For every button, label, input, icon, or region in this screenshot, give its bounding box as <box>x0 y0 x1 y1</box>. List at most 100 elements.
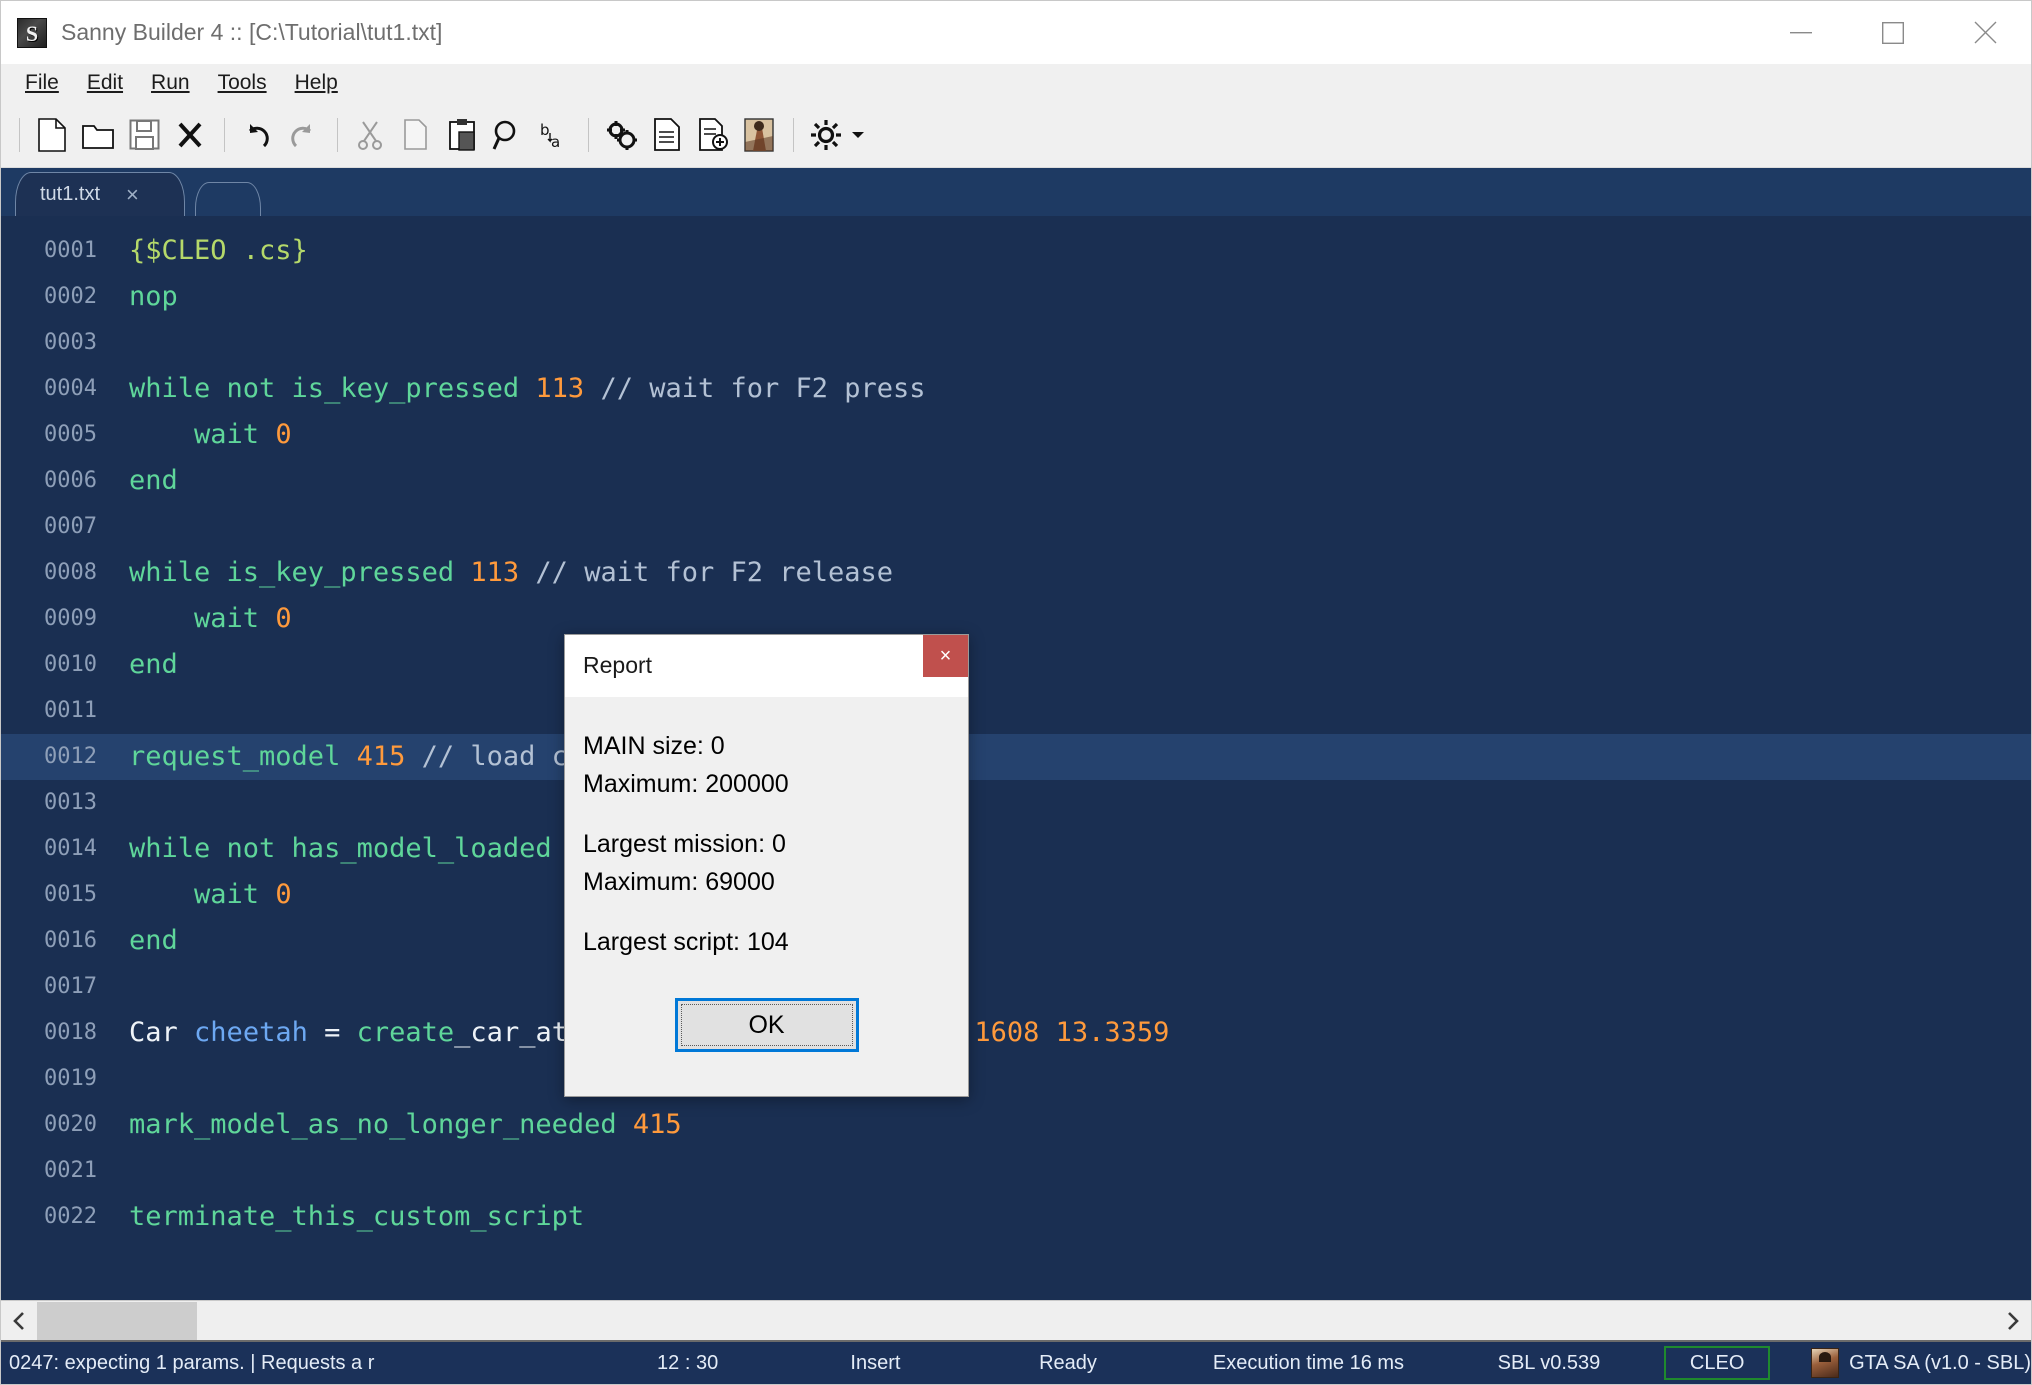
code-token: 0 <box>275 419 291 450</box>
line-number: 0020 <box>1 1102 111 1148</box>
code-token: create <box>357 1017 455 1048</box>
tab-close-icon[interactable]: × <box>126 184 139 206</box>
code-token: request_model <box>129 741 357 772</box>
ok-button[interactable]: OK <box>675 998 859 1052</box>
copy-icon[interactable] <box>394 111 438 159</box>
line-number: 0011 <box>1 688 111 734</box>
line-number: 0010 <box>1 642 111 688</box>
code-line[interactable]: 0013 <box>1 780 2031 826</box>
code-line[interactable]: 0020mark_model_as_no_longer_needed 415 <box>1 1102 2031 1148</box>
menu-item-run[interactable]: Run <box>137 67 204 99</box>
menu-file-label: File <box>25 71 59 94</box>
status-game[interactable]: GTA SA (v1.0 - SBL) <box>1789 1348 2031 1378</box>
status-insert-mode: Insert <box>779 1352 972 1375</box>
code-line[interactable]: 0014while not has_model_loaded 415 <box>1 826 2031 872</box>
tab-tut1-txt[interactable]: tut1.txt × <box>15 172 185 216</box>
code-line[interactable]: 0005 wait 0 <box>1 412 2031 458</box>
horizontal-scrollbar[interactable] <box>1 1300 2031 1340</box>
menu-item-tools[interactable]: Tools <box>204 67 281 99</box>
code-line[interactable]: 0019 <box>1 1056 2031 1102</box>
document-icon[interactable] <box>645 111 689 159</box>
document-add-icon[interactable] <box>691 111 735 159</box>
line-number: 0022 <box>1 1194 111 1240</box>
code-text: {$CLEO .cs} <box>111 228 308 274</box>
code-token: // wait for F2 press <box>600 373 925 404</box>
code-line[interactable]: 0009 wait 0 <box>1 596 2031 642</box>
toolbar-separator <box>337 118 338 152</box>
code-token <box>519 557 535 588</box>
replace-icon[interactable]: ba <box>532 111 576 159</box>
open-folder-icon[interactable] <box>76 111 120 159</box>
code-line[interactable]: 0002nop <box>1 274 2031 320</box>
code-token: 113 <box>535 373 584 404</box>
paste-icon[interactable] <box>440 111 484 159</box>
editor-area[interactable]: 0001{$CLEO .cs}0002nop00030004while not … <box>1 216 2031 1300</box>
close-button[interactable] <box>1939 1 2031 64</box>
new-file-icon[interactable] <box>30 111 74 159</box>
scrollbar-track[interactable] <box>37 1302 1995 1340</box>
cut-icon[interactable] <box>348 111 392 159</box>
code-line[interactable]: 0018Car cheetah = create_car_at_location… <box>1 1010 2031 1056</box>
menu-bar: File Edit Run Tools Help <box>1 64 2031 102</box>
dialog-close-button[interactable]: × <box>923 635 968 677</box>
dialog-line: MAIN size: 0 <box>583 727 968 765</box>
dialog-title-bar: Report × <box>565 635 968 697</box>
line-number: 0002 <box>1 274 111 320</box>
line-number: 0012 <box>1 734 111 780</box>
code-token: 13.3359 <box>1039 1017 1169 1048</box>
code-line[interactable]: 0022terminate_this_custom_script <box>1 1194 2031 1240</box>
menu-item-help[interactable]: Help <box>281 67 352 99</box>
settings-chevron-down-icon[interactable] <box>850 111 866 159</box>
code-line[interactable]: 0003 <box>1 320 2031 366</box>
dialog-title: Report <box>565 652 652 679</box>
undo-icon[interactable] <box>235 111 279 159</box>
search-icon[interactable] <box>486 111 530 159</box>
code-line[interactable]: 0015 wait 0 <box>1 872 2031 918</box>
code-token: 0 <box>275 603 291 634</box>
settings-gear-icon[interactable] <box>804 111 848 159</box>
status-mode-wrap: CLEO <box>1645 1346 1789 1380</box>
code-line[interactable]: 0021 <box>1 1148 2031 1194</box>
code-line[interactable]: 0012request_model 415 // load cheetah mo… <box>1 734 2031 780</box>
code-line[interactable]: 0007 <box>1 504 2031 550</box>
status-cursor-position: 12 : 30 <box>596 1352 779 1375</box>
line-number: 0006 <box>1 458 111 504</box>
toolbar-separator <box>19 118 20 152</box>
tab-label: tut1.txt <box>40 183 100 206</box>
code-line[interactable]: 0004while not is_key_pressed 113 // wait… <box>1 366 2031 412</box>
code-text: wait 0 <box>111 412 292 458</box>
code-line[interactable]: 0011 <box>1 688 2031 734</box>
save-icon[interactable] <box>122 111 166 159</box>
code-token: Car <box>129 1017 178 1048</box>
code-line[interactable]: 0010end <box>1 642 2031 688</box>
maximize-button[interactable] <box>1847 1 1939 64</box>
game-image-icon[interactable] <box>737 111 781 159</box>
minimize-button[interactable] <box>1755 1 1847 64</box>
code-token: while is_key_pressed <box>129 557 470 588</box>
code-line[interactable]: 0016end <box>1 918 2031 964</box>
compile-icon[interactable] <box>599 111 643 159</box>
menu-item-file[interactable]: File <box>11 67 73 99</box>
scroll-left-arrow-icon[interactable] <box>1 1302 37 1340</box>
dialog-line-spacer <box>583 803 968 825</box>
line-number: 0007 <box>1 504 111 550</box>
scrollbar-thumb[interactable] <box>37 1302 197 1340</box>
code-line[interactable]: 0008while is_key_pressed 113 // wait for… <box>1 550 2031 596</box>
menu-item-edit[interactable]: Edit <box>73 67 137 99</box>
dialog-body: MAIN size: 0Maximum: 200000Largest missi… <box>565 697 968 986</box>
redo-icon[interactable] <box>281 111 325 159</box>
code-token: 113 <box>470 557 519 588</box>
code-line[interactable]: 0001{$CLEO .cs} <box>1 228 2031 274</box>
new-tab-button[interactable] <box>195 182 261 216</box>
window-controls <box>1755 1 2031 64</box>
svg-text:b: b <box>540 121 550 139</box>
status-mode-badge[interactable]: CLEO <box>1664 1346 1770 1380</box>
code-editor[interactable]: 0001{$CLEO .cs}0002nop00030004while not … <box>1 216 2031 1300</box>
gta-sa-icon <box>1811 1348 1839 1378</box>
code-text: end <box>111 458 178 504</box>
code-line[interactable]: 0017 <box>1 964 2031 1010</box>
scroll-right-arrow-icon[interactable] <box>1995 1302 2031 1340</box>
close-file-icon[interactable] <box>168 111 212 159</box>
code-line[interactable]: 0006end <box>1 458 2031 504</box>
code-text: while not is_key_pressed 113 // wait for… <box>111 366 926 412</box>
